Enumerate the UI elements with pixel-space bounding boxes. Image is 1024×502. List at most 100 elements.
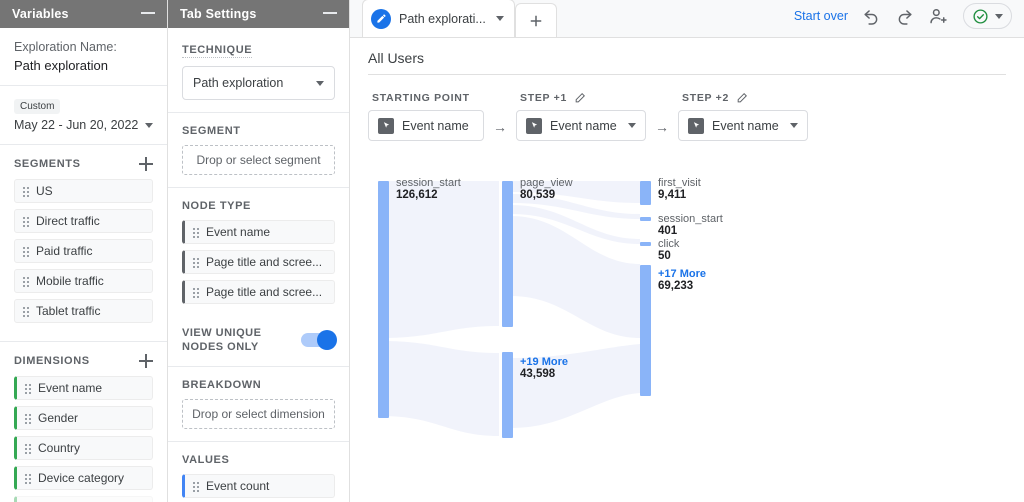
- add-segment-plus-icon[interactable]: [139, 157, 153, 171]
- drag-handle-icon[interactable]: [192, 286, 200, 298]
- variables-panel-header: Variables: [0, 0, 167, 28]
- drag-handle-icon[interactable]: [24, 472, 32, 484]
- dimensions-section: DIMENSIONS Event name Gender Country Device…: [0, 342, 167, 502]
- chevron-down-icon[interactable]: [790, 123, 798, 128]
- pencil-icon[interactable]: [736, 91, 749, 104]
- dimension-item[interactable]: Country: [14, 436, 153, 460]
- dimension-item[interactable]: First user medium: [14, 496, 153, 502]
- exploration-name-value[interactable]: Path exploration: [14, 58, 153, 73]
- segment-label: SEGMENT: [182, 125, 241, 137]
- status-badge[interactable]: [963, 3, 1012, 29]
- exploration-name-label: Exploration Name:: [14, 40, 117, 54]
- minimize-icon[interactable]: [323, 12, 337, 14]
- date-range-section[interactable]: Custom May 22 - Jun 20, 2022: [0, 86, 167, 145]
- start-over-button[interactable]: Start over: [794, 9, 848, 23]
- drag-handle-icon[interactable]: [22, 185, 30, 197]
- redo-icon[interactable]: [895, 7, 914, 26]
- drag-handle-icon[interactable]: [22, 245, 30, 257]
- minimize-icon[interactable]: [141, 12, 155, 14]
- segment-item[interactable]: US: [14, 179, 153, 203]
- step-selector-1[interactable]: Event name: [516, 110, 646, 141]
- chevron-down-icon[interactable]: [628, 123, 636, 128]
- add-dimension-plus-icon[interactable]: [139, 354, 153, 368]
- report-canvas: All Users STARTING POINT Event name → STEP …: [350, 38, 1024, 502]
- segment-item-label: Mobile traffic: [36, 274, 104, 288]
- cursor-icon: [378, 117, 394, 134]
- segment-item[interactable]: Paid traffic: [14, 239, 153, 263]
- dimension-item[interactable]: Gender: [14, 406, 153, 430]
- node-type-item[interactable]: Page title and scree...: [182, 280, 335, 304]
- sankey-node: [640, 217, 651, 221]
- sankey-node-value: 50: [658, 250, 671, 262]
- value-item[interactable]: Event count: [182, 474, 335, 498]
- drag-handle-icon[interactable]: [24, 382, 32, 394]
- drag-handle-icon[interactable]: [24, 442, 32, 454]
- segment-item-label: Direct traffic: [36, 214, 100, 228]
- step-title-0: STARTING POINT: [368, 92, 484, 104]
- segment-item[interactable]: Tablet traffic: [14, 299, 153, 323]
- top-toolbar: Path explorati... Start over: [350, 0, 1024, 38]
- main-area: Path explorati... Start over All Users S…: [350, 0, 1024, 502]
- node-type-item-label: Page title and scree...: [206, 285, 323, 299]
- sankey-node-value: 80,539: [520, 189, 556, 201]
- tab-path-exploration[interactable]: Path explorati...: [362, 0, 515, 37]
- add-person-icon[interactable]: [928, 6, 949, 27]
- dimension-item-label: Event name: [38, 381, 103, 395]
- pencil-icon[interactable]: [574, 91, 587, 104]
- step-title-1: STEP +1: [516, 91, 646, 104]
- drag-handle-icon[interactable]: [22, 305, 30, 317]
- breakdown-dropzone[interactable]: Drop or select dimension: [182, 399, 335, 429]
- values-section: VALUES Event count: [168, 442, 349, 502]
- dimension-item-label: Device category: [38, 471, 125, 485]
- technique-select[interactable]: Path exploration: [182, 66, 335, 100]
- unique-nodes-toggle[interactable]: [301, 330, 337, 350]
- chevron-down-icon[interactable]: [495, 16, 504, 21]
- dimensions-header: DIMENSIONS: [14, 354, 153, 376]
- node-type-item[interactable]: Page title and scree...: [182, 250, 335, 274]
- plus-icon: [530, 15, 542, 26]
- tab-label: Path explorati...: [399, 11, 486, 26]
- undo-icon[interactable]: [862, 7, 881, 26]
- sankey-node-value: 69,233: [658, 280, 694, 292]
- toggle-knob: [317, 330, 337, 350]
- chevron-down-icon[interactable]: [145, 122, 153, 128]
- segment-item[interactable]: Direct traffic: [14, 209, 153, 233]
- add-tab-button[interactable]: [514, 3, 557, 37]
- segment-dropzone[interactable]: Drop or select segment: [182, 145, 335, 175]
- segments-header: SEGMENTS: [14, 157, 153, 179]
- sankey-node-value: 43,598: [520, 368, 556, 380]
- unique-nodes-row: VIEW UNIQUE NODES ONLY: [182, 326, 337, 354]
- step-selector-0[interactable]: Event name: [368, 110, 484, 141]
- step-column-2: STEP +2 Event name: [678, 91, 808, 141]
- dimension-item[interactable]: Device category: [14, 466, 153, 490]
- drag-handle-icon[interactable]: [22, 215, 30, 227]
- exploration-name-section: Exploration Name: Path exploration: [0, 28, 167, 86]
- sankey-node-value: 401: [658, 225, 678, 237]
- date-range-row[interactable]: May 22 - Jun 20, 2022: [14, 118, 153, 132]
- sankey-node: [378, 181, 389, 418]
- date-range-chip: Custom: [14, 99, 61, 114]
- drag-handle-icon[interactable]: [22, 275, 30, 287]
- tab-settings-panel: Tab Settings TECHNIQUE Path exploration …: [168, 0, 350, 502]
- value-item-label: Event count: [206, 479, 270, 493]
- sankey-node: [640, 265, 651, 396]
- technique-label: TECHNIQUE: [182, 44, 253, 58]
- segment-item[interactable]: Mobile traffic: [14, 269, 153, 293]
- pencil-circle-icon: [371, 8, 391, 29]
- drag-handle-icon[interactable]: [192, 256, 200, 268]
- chevron-down-icon: [995, 13, 1003, 19]
- drag-handle-icon[interactable]: [192, 480, 200, 492]
- sankey-node-value: 9,411: [658, 189, 687, 201]
- sankey-link: [381, 181, 499, 338]
- step-selector-2[interactable]: Event name: [678, 110, 808, 141]
- node-type-item[interactable]: Event name: [182, 220, 335, 244]
- dimension-item[interactable]: Event name: [14, 376, 153, 400]
- step-controls: STARTING POINT Event name → STEP +1 Event na…: [368, 91, 1006, 141]
- node-type-label: NODE TYPE: [182, 200, 251, 212]
- step-selector-label: Event name: [402, 118, 469, 133]
- drag-handle-icon[interactable]: [192, 226, 200, 238]
- sankey-node: [502, 181, 513, 327]
- chevron-down-icon: [316, 80, 324, 86]
- drag-handle-icon[interactable]: [24, 412, 32, 424]
- step-arrow-icon: →: [655, 119, 669, 135]
